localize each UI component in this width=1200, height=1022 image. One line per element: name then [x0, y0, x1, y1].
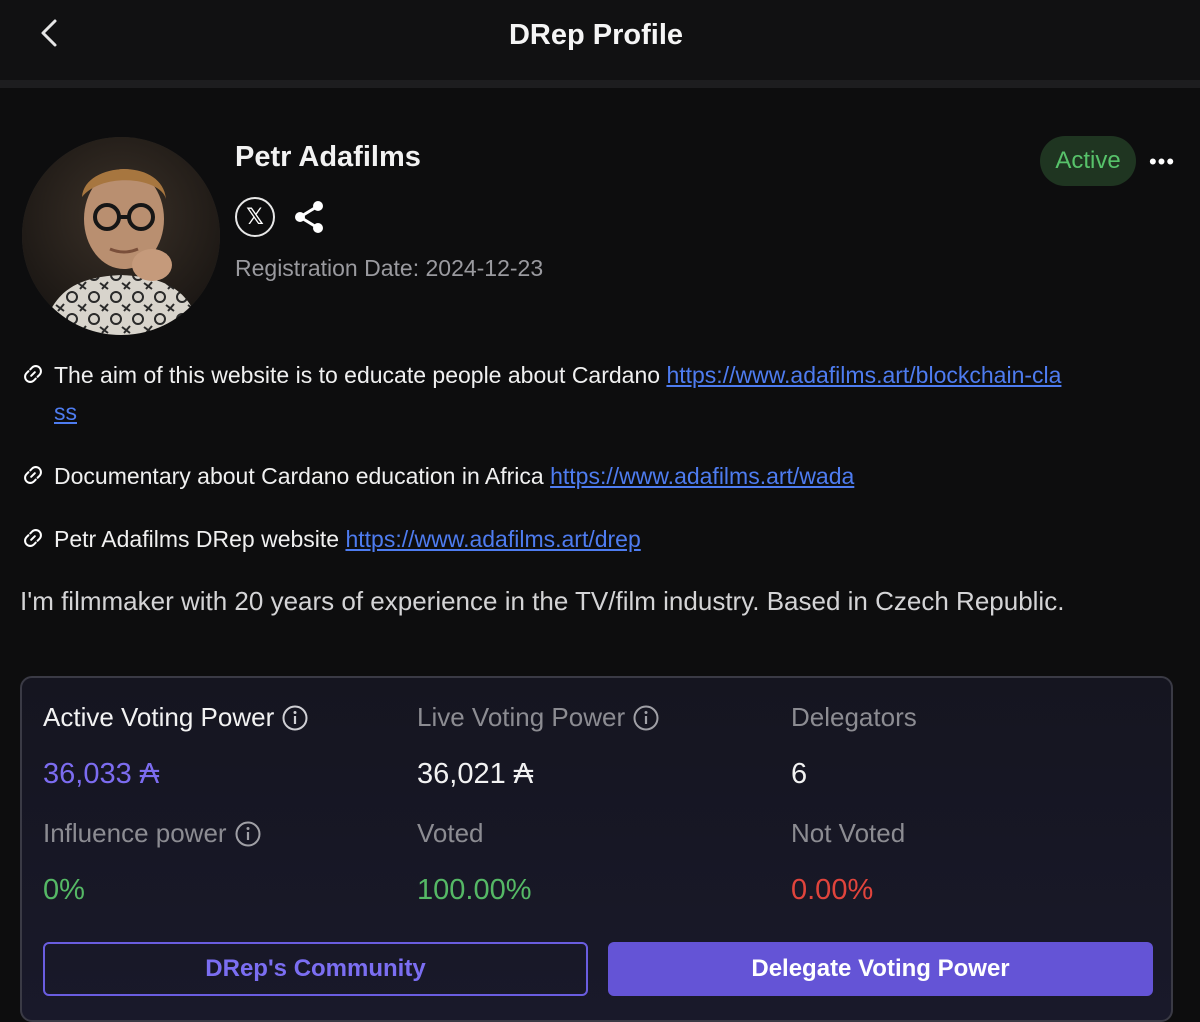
- active-voting-power-value: 36,033 ₳: [43, 758, 160, 790]
- drep-name: Petr Adafilms: [235, 141, 421, 173]
- influence-power-label: Influence power: [43, 818, 261, 849]
- x-twitter-icon[interactable]: 𝕏: [235, 197, 275, 237]
- live-voting-power-label-text: Live Voting Power: [417, 702, 626, 732]
- page-title: DRep Profile: [508, 19, 684, 51]
- link-icon: [24, 466, 42, 484]
- link-icon: [24, 529, 42, 547]
- link-item: Petr Adafilms DRep website https://www.a…: [22, 521, 641, 558]
- header-divider: [0, 80, 1200, 88]
- not-voted-value: 0.00%: [791, 874, 874, 906]
- info-icon[interactable]: [235, 821, 261, 847]
- link-description: Petr Adafilms DRep website: [54, 526, 340, 552]
- link-icon: [24, 365, 42, 383]
- info-icon[interactable]: [282, 705, 308, 731]
- status-badge: Active: [1040, 136, 1136, 186]
- delegators-value: 6: [791, 758, 808, 790]
- voted-value: 100.00%: [417, 874, 532, 906]
- live-voting-power-label: Live Voting Power: [417, 702, 659, 733]
- live-voting-power-value: 36,021 ₳: [417, 758, 534, 790]
- info-icon[interactable]: [633, 705, 659, 731]
- link-item: The aim of this website is to educate pe…: [22, 357, 1182, 431]
- influence-power-label-text: Influence power: [43, 818, 227, 848]
- link-description: Documentary about Cardano education in A…: [54, 463, 544, 489]
- registration-date: Registration Date: 2024-12-23: [235, 255, 544, 281]
- more-icon[interactable]: •••: [1146, 146, 1178, 178]
- drep-community-button[interactable]: DRep's Community: [43, 942, 588, 996]
- app-header: DRep Profile: [0, 0, 1200, 80]
- active-voting-power-label-text: Active Voting Power: [43, 702, 275, 732]
- influence-power-value: 0%: [43, 874, 85, 906]
- link-url-line2[interactable]: ss: [54, 399, 77, 425]
- x-glyph: 𝕏: [246, 204, 264, 229]
- voted-label: Voted: [417, 818, 484, 848]
- voting-stats-card: Active Voting Power Live Voting Power De…: [20, 676, 1173, 1022]
- link-description: The aim of this website is to educate pe…: [54, 362, 661, 388]
- delegate-voting-power-button[interactable]: Delegate Voting Power: [608, 942, 1153, 996]
- link-url[interactable]: https://www.adafilms.art/wada: [550, 463, 854, 489]
- link-item: Documentary about Cardano education in A…: [22, 458, 854, 495]
- not-voted-label: Not Voted: [791, 818, 906, 848]
- link-url-line1[interactable]: https://www.adafilms.art/blockchain-cla: [666, 362, 1061, 388]
- delegators-label: Delegators: [791, 702, 917, 732]
- avatar: [22, 137, 220, 335]
- link-url[interactable]: https://www.adafilms.art/drep: [345, 526, 640, 552]
- share-icon[interactable]: [291, 197, 327, 237]
- bio-text: I'm filmmaker with 20 years of experienc…: [20, 586, 1065, 616]
- active-voting-power-label: Active Voting Power: [43, 702, 308, 733]
